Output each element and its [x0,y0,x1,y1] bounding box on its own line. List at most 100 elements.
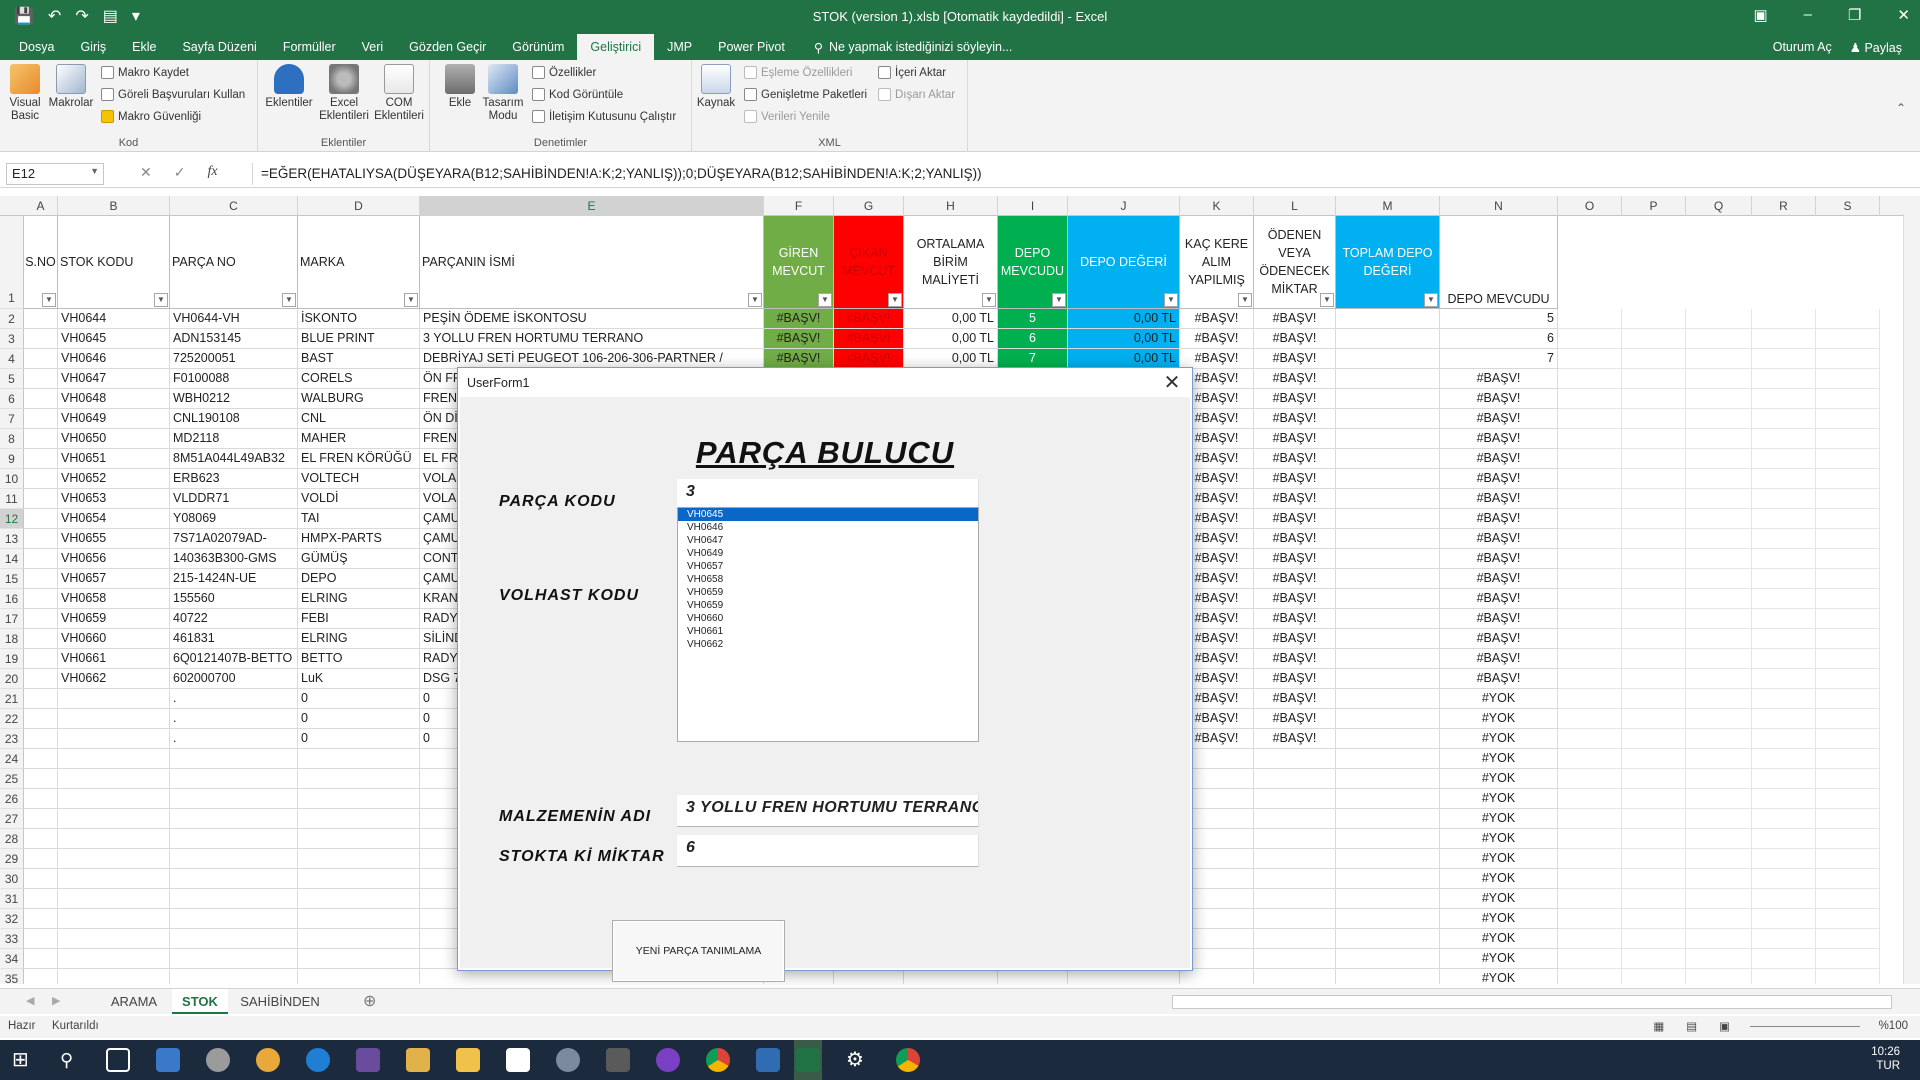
cell-j[interactable]: 0,00 TL [1068,329,1180,349]
cell-l[interactable] [1254,789,1336,809]
tab-sayfa-duzeni[interactable]: Sayfa Düzeni [169,34,269,60]
cell-empty[interactable] [1622,469,1686,489]
cell-l[interactable]: #BAŞV! [1254,709,1336,729]
cell-c[interactable]: ADN153145 [170,329,298,349]
cell-m[interactable] [1336,789,1440,809]
excel-eklentileri-button[interactable]: Excel Eklentileri [318,64,370,123]
stok-miktar-input[interactable]: 6 [677,835,979,867]
esleme-button[interactable]: Eşleme Özellikleri [744,66,852,79]
cell-d[interactable]: FEBI [298,609,420,629]
column-header[interactable]: C [170,196,298,216]
row-header[interactable]: 23 [0,729,24,749]
cell-a[interactable] [24,389,58,409]
cell-l[interactable] [1254,809,1336,829]
row-header[interactable]: 32 [0,909,24,929]
cell-a[interactable] [24,349,58,369]
cell-j[interactable]: 0,00 TL [1068,349,1180,369]
cell-b[interactable] [58,949,170,969]
cell-empty[interactable] [1622,389,1686,409]
header-cell-a[interactable]: S.NO ▼ [24,216,58,309]
app-icon[interactable] [656,1048,680,1072]
cell-empty[interactable] [1558,689,1622,709]
row-header[interactable]: 29 [0,849,24,869]
cell-empty[interactable] [1752,889,1816,909]
row-header[interactable]: 25 [0,769,24,789]
app-icon[interactable] [756,1048,780,1072]
cell-b[interactable]: VH0645 [58,329,170,349]
cell-a[interactable] [24,649,58,669]
cell-empty[interactable] [1622,809,1686,829]
row-header[interactable]: 21 [0,689,24,709]
cell-empty[interactable] [1622,669,1686,689]
cell-empty[interactable] [1686,769,1752,789]
cell-empty[interactable] [1816,709,1880,729]
filter-dropdown-icon[interactable]: ▼ [1320,293,1334,307]
cell-n[interactable]: #YOK [1440,749,1558,769]
filter-dropdown-icon[interactable]: ▼ [1164,293,1178,307]
cell-empty[interactable] [1816,889,1880,909]
column-header[interactable]: P [1622,196,1686,216]
genisletme-button[interactable]: Genişletme Paketleri [744,88,867,101]
cell-c[interactable] [170,949,298,969]
cell-empty[interactable] [1752,749,1816,769]
cell-d[interactable] [298,869,420,889]
tab-ekle[interactable]: Ekle [119,34,169,60]
cell-b[interactable]: VH0656 [58,549,170,569]
cell-empty[interactable] [1558,789,1622,809]
cell-d[interactable] [298,929,420,949]
cell-l[interactable]: #BAŞV! [1254,509,1336,529]
prev-sheet-icon[interactable]: ◀ [26,994,34,1007]
cell-empty[interactable] [1622,429,1686,449]
next-sheet-icon[interactable]: ▶ [52,994,60,1007]
cell-b[interactable]: VH0654 [58,509,170,529]
cell-empty[interactable] [1816,549,1880,569]
cell-empty[interactable] [1816,409,1880,429]
cell-a[interactable] [24,869,58,889]
cell-empty[interactable] [1752,909,1816,929]
cell-empty[interactable] [1622,409,1686,429]
zoom-slider[interactable] [1750,1026,1860,1027]
cell-empty[interactable] [1816,349,1880,369]
cell-d[interactable]: BAST [298,349,420,369]
cell-g[interactable] [834,969,904,984]
cell-empty[interactable] [1816,389,1880,409]
share-button[interactable]: ♟ Paylaş [1850,40,1902,55]
cell-m[interactable] [1336,949,1440,969]
cell-m[interactable] [1336,729,1440,749]
cell-l[interactable]: #BAŞV! [1254,609,1336,629]
row-header[interactable]: 13 [0,529,24,549]
cell-m[interactable] [1336,449,1440,469]
add-sheet-icon[interactable]: ⊕ [363,991,376,1011]
cell-empty[interactable] [1752,809,1816,829]
app-icon[interactable] [406,1048,430,1072]
cell-empty[interactable] [1686,609,1752,629]
cell-m[interactable] [1336,769,1440,789]
cell-empty[interactable] [1752,409,1816,429]
cell-empty[interactable] [1622,609,1686,629]
cell-empty[interactable] [1816,669,1880,689]
cell-a[interactable] [24,789,58,809]
cell-empty[interactable] [1816,849,1880,869]
column-header[interactable]: O [1558,196,1622,216]
row-header[interactable]: 12 [0,509,24,529]
cell-d[interactable]: 0 [298,729,420,749]
cell-m[interactable] [1336,629,1440,649]
cell-k[interactable]: #BAŞV! [1180,309,1254,329]
cell-h[interactable]: 0,00 TL [904,349,998,369]
cell-b[interactable]: VH0647 [58,369,170,389]
app-icon[interactable] [156,1048,180,1072]
cell-c[interactable] [170,929,298,949]
list-item[interactable]: VH0661 [678,625,978,638]
cell-c[interactable] [170,969,298,984]
formula-input[interactable]: =EĞER(EHATALIYSA(DÜŞEYARA(B12;SAHİBİNDEN… [252,163,1900,185]
cell-m[interactable] [1336,669,1440,689]
cell-m[interactable] [1336,709,1440,729]
filter-dropdown-icon[interactable]: ▼ [404,293,418,307]
cell-empty[interactable] [1622,369,1686,389]
cell-empty[interactable] [1752,689,1816,709]
language-indicator[interactable]: TUR [1871,1059,1900,1073]
cell-d[interactable]: İSKONTO [298,309,420,329]
cell-empty[interactable] [1816,429,1880,449]
cell-c[interactable]: . [170,689,298,709]
cell-c[interactable]: 461831 [170,629,298,649]
